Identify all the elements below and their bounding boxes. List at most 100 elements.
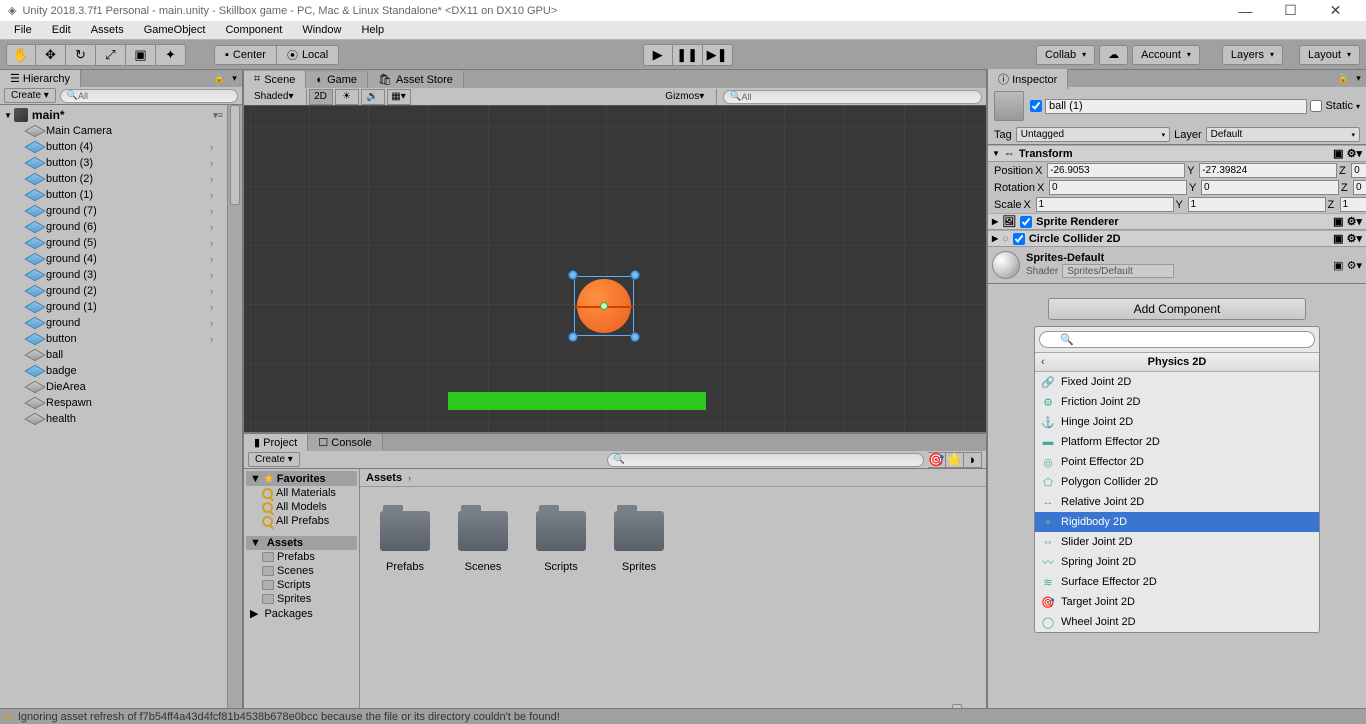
component-item[interactable]: 🎯Target Joint 2D [1035, 592, 1319, 612]
hier-item[interactable]: ground (5)› [0, 235, 227, 251]
gameobject-icon[interactable] [994, 91, 1024, 121]
component-category[interactable]: ‹ Physics 2D [1035, 352, 1319, 372]
hier-item[interactable]: DieArea [0, 379, 227, 395]
tab-asset-store[interactable]: 🛍Asset Store [368, 71, 464, 88]
inspector-menu-icon[interactable]: ▾ [1351, 73, 1366, 84]
hier-item[interactable]: ground (6)› [0, 219, 227, 235]
project-hidden-icon[interactable]: ◗ [964, 452, 982, 468]
hier-item[interactable]: button (2)› [0, 171, 227, 187]
folder-scripts[interactable]: Scripts [246, 578, 357, 592]
assets-header[interactable]: ▼Assets [246, 536, 357, 550]
component-item[interactable]: 🔗Fixed Joint 2D [1035, 372, 1319, 392]
fav-materials[interactable]: All Materials [246, 486, 357, 500]
hier-item[interactable]: ground (7)› [0, 203, 227, 219]
breadcrumb[interactable]: Assets› [360, 469, 986, 487]
handle-tr[interactable] [630, 270, 640, 280]
rotate-tool[interactable]: ↻ [66, 44, 96, 66]
rot-z[interactable] [1353, 180, 1366, 195]
scale-tool[interactable]: ⤢ [96, 44, 126, 66]
hierarchy-tab[interactable]: ☰ Hierarchy [0, 70, 81, 87]
rect-tool[interactable]: ▣ [126, 44, 156, 66]
shader-dropdown[interactable]: Sprites/Default [1062, 264, 1174, 278]
mat-gear-icon[interactable]: ▣ ⚙▾ [1333, 259, 1362, 272]
project-search[interactable]: 🔍 [607, 453, 924, 467]
pause-button[interactable]: ❚❚ [673, 44, 703, 66]
pos-y[interactable] [1199, 163, 1337, 178]
packages-header[interactable]: ▶Packages [246, 606, 357, 621]
scl-z[interactable] [1340, 197, 1366, 212]
gizmos-dropdown[interactable]: Gizmos ▾ [659, 89, 717, 105]
sprite-renderer-header[interactable]: ▶🖼Sprite Renderer ▣ ⚙▾ [988, 213, 1366, 230]
rot-x[interactable] [1049, 180, 1187, 195]
project-tab[interactable]: ▮ Project [244, 434, 308, 451]
account-button[interactable]: Account [1132, 45, 1200, 65]
shaded-dropdown[interactable]: Shaded ▾ [248, 89, 307, 105]
folder-prefabs[interactable]: Prefabs [246, 550, 357, 564]
panel-menu-icon[interactable]: ▾ [227, 73, 242, 84]
folder-prefabs-item[interactable]: Prefabs [380, 511, 430, 573]
selected-ball[interactable] [574, 276, 634, 336]
audio-toggle[interactable]: 🔊 [361, 89, 385, 105]
folder-scenes-item[interactable]: Scenes [458, 511, 508, 573]
menu-file[interactable]: File [4, 22, 42, 38]
gameobject-name-field[interactable] [1045, 99, 1307, 114]
hier-item[interactable]: ground› [0, 315, 227, 331]
hierarchy-scrollbar[interactable] [227, 105, 242, 724]
component-item[interactable]: ◎Point Effector 2D [1035, 452, 1319, 472]
back-icon[interactable]: ‹ [1041, 356, 1045, 368]
combined-tool[interactable]: ✦ [156, 44, 186, 66]
tab-game[interactable]: ◐Game [306, 72, 368, 88]
hier-item[interactable]: ground (2)› [0, 283, 227, 299]
component-item[interactable]: ↔Relative Joint 2D [1035, 492, 1319, 512]
hier-item[interactable]: button› [0, 331, 227, 347]
hier-item[interactable]: Main Camera [0, 123, 227, 139]
transform-header[interactable]: ▼⇔Transform ▣ ⚙▾ [988, 145, 1366, 162]
static-checkbox[interactable] [1310, 100, 1322, 112]
component-item[interactable]: 〰Spring Joint 2D [1035, 552, 1319, 572]
hier-item[interactable]: button (3)› [0, 155, 227, 171]
play-button[interactable]: ▶ [643, 44, 673, 66]
circle-collider-enable[interactable] [1013, 233, 1025, 245]
maximize-button[interactable]: ☐ [1268, 0, 1313, 21]
collab-button[interactable]: Collab [1036, 45, 1095, 65]
cloud-button[interactable]: ☁ [1099, 45, 1128, 65]
hand-tool[interactable]: ✋ [6, 44, 36, 66]
favorites-header[interactable]: ▼★Favorites [246, 471, 357, 486]
scl-x[interactable] [1036, 197, 1174, 212]
comp-gear-icon[interactable]: ▣ ⚙▾ [1333, 215, 1362, 228]
inspector-tab[interactable]: ⓘ Inspector [988, 69, 1068, 89]
step-button[interactable]: ▶❚ [703, 44, 733, 66]
scene-view[interactable] [244, 106, 986, 432]
scene-root[interactable]: ▼ main* ▾≡ [0, 107, 227, 123]
hier-item[interactable]: badge [0, 363, 227, 379]
hier-item[interactable]: ground (1)› [0, 299, 227, 315]
component-item[interactable]: ⚙Friction Joint 2D [1035, 392, 1319, 412]
project-create[interactable]: Create ▾ [248, 452, 300, 467]
component-item[interactable]: ⇔Slider Joint 2D [1035, 532, 1319, 552]
folder-scenes[interactable]: Scenes [246, 564, 357, 578]
add-component-button[interactable]: Add Component [1048, 298, 1306, 320]
panel-lock-icon[interactable]: 🔒 [212, 73, 227, 84]
scene-search[interactable]: 🔍 All [723, 90, 982, 104]
layer-dropdown[interactable]: Default [1206, 127, 1360, 142]
console-tab[interactable]: ☐ Console [308, 434, 382, 451]
move-tool[interactable]: ✥ [36, 44, 66, 66]
active-checkbox[interactable] [1030, 100, 1042, 112]
pivot-local[interactable]: ⦿Local [277, 45, 339, 65]
component-item[interactable]: ✦Rigidbody 2D [1035, 512, 1319, 532]
component-search[interactable] [1039, 331, 1315, 348]
lighting-toggle[interactable]: ☀ [335, 89, 359, 105]
circle-collider-header[interactable]: ▶○Circle Collider 2D ▣ ⚙▾ [988, 230, 1366, 247]
layers-button[interactable]: Layers [1222, 45, 1283, 65]
hier-item[interactable]: ground (3)› [0, 267, 227, 283]
hier-item[interactable]: Respawn [0, 395, 227, 411]
transform-help-icon[interactable]: ▣ ⚙▾ [1333, 147, 1362, 160]
component-item[interactable]: ⬠Polygon Collider 2D [1035, 472, 1319, 492]
handle-tl[interactable] [568, 270, 578, 280]
handle-br[interactable] [630, 332, 640, 342]
pivot-toggle[interactable]: ▪Center ⦿Local [214, 45, 339, 65]
project-fav-icon[interactable]: ⭐ [946, 452, 964, 468]
scl-y[interactable] [1188, 197, 1326, 212]
tab-scene[interactable]: ⌗Scene [244, 71, 306, 88]
pos-z[interactable] [1351, 163, 1366, 178]
